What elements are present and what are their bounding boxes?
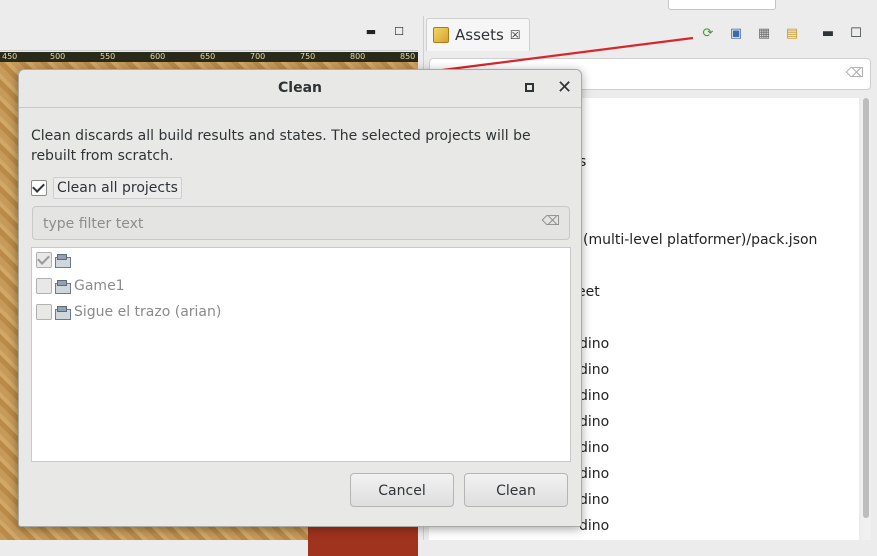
maximize-view-icon[interactable]: ☐ (392, 25, 406, 39)
tree-item[interactable]: dino (579, 440, 609, 456)
ruler-tick: 450 (2, 52, 18, 61)
project-name: Game1 (74, 278, 125, 294)
project-row[interactable]: Game1 (36, 276, 125, 296)
minimize-view-icon[interactable]: ▬ (820, 26, 836, 42)
tree-item[interactable]: dino (579, 362, 609, 378)
refresh-icon[interactable]: ⟳ (700, 26, 716, 42)
ruler-tick: 600 (150, 52, 166, 61)
monitor-icon[interactable]: ▣ (728, 26, 744, 42)
ruler-tick: 750 (300, 52, 316, 61)
top-toolbar-field[interactable] (668, 0, 776, 10)
image-icon[interactable]: ▦ (756, 26, 772, 42)
filter-field[interactable]: ⌫ (32, 206, 570, 240)
filter-input[interactable] (41, 213, 535, 235)
scene-ruler: 450 500 550 600 650 700 750 800 850 (0, 52, 418, 62)
clean-all-checkbox[interactable] (31, 180, 47, 196)
project-folder-icon (55, 305, 71, 320)
tree-item[interactable]: o (multi-level platformer)/pack.json (570, 232, 817, 248)
close-tab-icon[interactable]: ☒ (510, 28, 521, 42)
assets-scrollbar[interactable] (861, 98, 871, 540)
project-row[interactable]: Sigue el trazo (arian) (36, 302, 221, 322)
ruler-tick: 850 (400, 52, 416, 61)
tree-item[interactable]: dino (579, 336, 609, 352)
tree-item[interactable]: dino (579, 466, 609, 482)
new-folder-icon[interactable]: ▤ (784, 26, 800, 42)
tree-item[interactable]: dino (579, 518, 609, 534)
clear-filter-icon[interactable]: ⌫ (542, 214, 560, 229)
assets-tab-label: Assets (455, 26, 504, 44)
dialog-description: Clean discards all build results and sta… (31, 128, 531, 164)
maximize-view-icon[interactable]: ☐ (848, 26, 864, 42)
project-checkbox[interactable] (36, 278, 52, 294)
tree-item[interactable]: dino (579, 388, 609, 404)
ruler-tick: 800 (350, 52, 366, 61)
minimize-view-icon[interactable]: ▬ (364, 25, 378, 39)
scrollbar-thumb[interactable] (863, 98, 869, 518)
clear-search-icon[interactable]: ⌫ (846, 66, 864, 81)
scene-editor-toolbar: ▬ ☐ (0, 16, 418, 51)
clean-all-label[interactable]: Clean all projects (53, 177, 182, 199)
project-checkbox[interactable] (36, 304, 52, 320)
project-folder-icon (55, 253, 71, 268)
tree-item[interactable]: dino (579, 492, 609, 508)
top-strip (0, 0, 877, 16)
clean-all-projects-option[interactable]: Clean all projects (31, 176, 182, 200)
maximize-icon[interactable] (525, 83, 534, 92)
ruler-tick: 650 (200, 52, 216, 61)
project-checkbox[interactable] (36, 252, 52, 268)
project-name: Sigue el trazo (arian) (74, 304, 222, 320)
clean-button[interactable]: Clean (464, 473, 568, 507)
close-icon[interactable]: ✕ (557, 78, 572, 98)
project-row[interactable] (36, 250, 74, 270)
ruler-tick: 550 (100, 52, 116, 61)
scene-sprite (308, 524, 418, 556)
ruler-tick: 700 (250, 52, 266, 61)
clean-dialog: Clean ✕ Clean discards all build results… (18, 69, 582, 527)
tree-item[interactable]: dino (579, 414, 609, 430)
project-folder-icon (55, 279, 71, 294)
tab-assets[interactable]: Assets ☒ (426, 18, 530, 51)
dialog-titlebar[interactable]: Clean ✕ (19, 70, 581, 108)
dialog-title: Clean (278, 80, 322, 96)
assets-cube-icon (433, 27, 449, 43)
cancel-button[interactable]: Cancel (350, 473, 454, 507)
ruler-tick: 500 (50, 52, 66, 61)
project-list: Game1 Sigue el trazo (arian) (31, 247, 571, 462)
